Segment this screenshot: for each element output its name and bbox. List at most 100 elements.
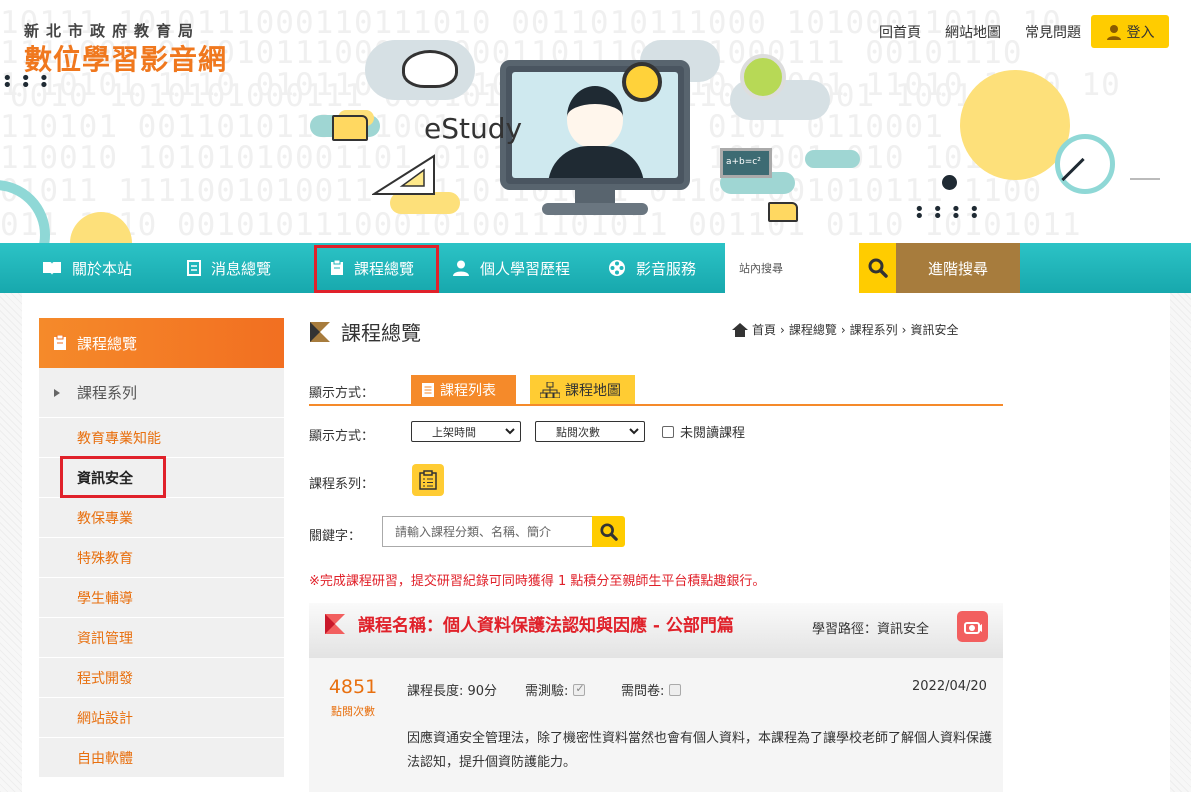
keyword-placeholder: 請輸入課程分類、名稱、簡介 bbox=[395, 525, 552, 539]
faq-link[interactable]: 常見問題 bbox=[1025, 22, 1081, 42]
sort-label: 顯示方式： bbox=[309, 429, 375, 444]
nav-item-portfolio[interactable]: 個人學習歷程 bbox=[452, 243, 570, 293]
title-flag-icon bbox=[310, 321, 330, 342]
site-search-input[interactable]: 站內搜尋 bbox=[725, 243, 859, 293]
chevron-down-icon bbox=[505, 428, 515, 435]
advanced-search-button[interactable]: 進階搜尋 bbox=[896, 243, 1020, 293]
tab-course-list[interactable]: 課程列表 bbox=[411, 375, 516, 405]
sidebar-item-childcare[interactable]: 教保專業 bbox=[39, 498, 284, 538]
book-icon bbox=[43, 262, 61, 275]
tab-label: 課程地圖 bbox=[565, 383, 621, 399]
sidebar-item-free-software[interactable]: 自由軟體 bbox=[39, 738, 284, 778]
site-logo[interactable]: 數位學習影音網 bbox=[24, 38, 227, 78]
course-title[interactable]: 課程名稱：個人資料保護法認知與因應 - 公部門篇 bbox=[324, 611, 734, 636]
sitemap-link[interactable]: 網站地圖 bbox=[945, 22, 1001, 42]
nav-item-label: 影音服務 bbox=[636, 259, 697, 278]
unread-filter[interactable]: 未閱讀課程 bbox=[662, 422, 745, 441]
requires-survey-label: 需問卷: bbox=[621, 684, 665, 699]
decor-line bbox=[1130, 178, 1160, 180]
page-title: 課程總覽 bbox=[309, 317, 421, 346]
chalkboard-icon: a+b=c² bbox=[720, 148, 772, 178]
select-value: 上架時間 bbox=[432, 425, 476, 439]
list-document-icon bbox=[422, 383, 434, 397]
ruler-triangle-icon bbox=[372, 154, 435, 195]
view-count: 4851 bbox=[328, 676, 378, 698]
display-mode-label: 顯示方式： bbox=[309, 386, 375, 401]
nav-item-about[interactable]: 關於本站 bbox=[42, 243, 132, 293]
sidebar-header: 課程總覽 bbox=[39, 318, 284, 368]
site-header: 10111 1010111000110111010 0011010111000 … bbox=[0, 0, 1191, 243]
top-links: 回首頁 網站地圖 常見問題 bbox=[879, 22, 1081, 42]
highlight-box bbox=[314, 245, 439, 293]
document-icon bbox=[187, 260, 201, 276]
breadcrumb-home[interactable]: 首頁 bbox=[752, 321, 776, 338]
nav-item-news[interactable]: 消息總覽 bbox=[187, 243, 271, 293]
title-flag-icon bbox=[325, 613, 345, 634]
breadcrumb-courses[interactable]: 課程總覽 bbox=[789, 321, 837, 338]
sort-time-select[interactable]: 上架時間 bbox=[411, 421, 521, 442]
teacher-avatar-icon bbox=[567, 86, 623, 148]
select-value: 點閱次數 bbox=[556, 425, 600, 439]
keyword-search-button[interactable] bbox=[592, 516, 625, 547]
tab-underline bbox=[309, 404, 1003, 406]
learning-path: 學習路徑：資訊安全 bbox=[812, 622, 930, 637]
paint-palette-icon bbox=[402, 50, 458, 88]
requires-test-label: 需測驗: bbox=[525, 684, 569, 699]
view-count-label: 點閱次數 bbox=[331, 705, 375, 718]
cloud-illustration bbox=[805, 150, 860, 168]
film-projector-icon bbox=[963, 621, 982, 634]
series-picker-button[interactable] bbox=[412, 464, 444, 496]
sidebar-item-info-management[interactable]: 資訊管理 bbox=[39, 618, 284, 658]
requires-survey-checkbox bbox=[669, 683, 682, 696]
clock-icon bbox=[622, 62, 662, 102]
learning-path-button[interactable] bbox=[957, 611, 988, 642]
search-icon bbox=[868, 258, 888, 278]
user-icon bbox=[1106, 24, 1121, 40]
search-icon bbox=[599, 522, 618, 541]
caret-right-icon bbox=[54, 388, 60, 397]
highlight-box bbox=[60, 456, 166, 498]
monitor-stand bbox=[575, 190, 615, 204]
login-button[interactable]: 登入 bbox=[1091, 15, 1169, 48]
sidebar-item-programming[interactable]: 程式開發 bbox=[39, 658, 284, 698]
requires-test-checkbox bbox=[573, 682, 586, 696]
course-date: 2022/04/20 bbox=[912, 679, 987, 694]
requires-survey: 需問卷: bbox=[621, 680, 682, 699]
estudy-text: eStudy bbox=[424, 112, 523, 145]
requires-test: 需測驗: bbox=[525, 680, 586, 699]
sidebar-item-web-design[interactable]: 網站設計 bbox=[39, 698, 284, 738]
breadcrumb: 首頁 › 課程總覽 › 課程系列 › 資訊安全 bbox=[732, 321, 959, 338]
breadcrumb-series[interactable]: 課程系列 bbox=[850, 321, 898, 338]
breadcrumb-separator: › bbox=[780, 322, 785, 337]
film-reel-icon bbox=[609, 260, 625, 276]
decor-ring bbox=[1055, 134, 1115, 194]
series-label: 課程系列： bbox=[309, 477, 375, 492]
course-description: 因應資通安全管理法，除了機密性資料當然也會有個人資料，本課程為了讓學校老師了解個… bbox=[407, 731, 993, 770]
home-link[interactable]: 回首頁 bbox=[879, 22, 921, 42]
course-length: 課程長度: 90分 bbox=[407, 684, 498, 699]
search-button[interactable] bbox=[859, 243, 896, 293]
clipboard-list-icon bbox=[419, 470, 437, 490]
decor-dot bbox=[942, 175, 957, 190]
breadcrumb-separator: › bbox=[840, 322, 846, 337]
sidebar-item-course-series[interactable]: 課程系列 bbox=[39, 368, 284, 418]
tab-course-map[interactable]: 課程地圖 bbox=[530, 375, 635, 405]
unread-checkbox[interactable] bbox=[662, 425, 674, 438]
sidebar-item-student-counseling[interactable]: 學生輔導 bbox=[39, 578, 284, 618]
sidebar-item-special-education[interactable]: 特殊教育 bbox=[39, 538, 284, 578]
search-placeholder: 站內搜尋 bbox=[739, 262, 783, 275]
sidebar-item-label: 課程系列 bbox=[77, 384, 138, 402]
breadcrumb-separator: › bbox=[901, 322, 907, 337]
decor-circle bbox=[960, 70, 1070, 180]
monitor-base bbox=[542, 203, 648, 215]
home-icon bbox=[732, 322, 748, 337]
keyword-input[interactable]: 請輸入課程分類、名稱、簡介 bbox=[382, 516, 593, 547]
nav-item-media[interactable]: 影音服務 bbox=[608, 243, 696, 293]
sort-views-select[interactable]: 點閱次數 bbox=[535, 421, 645, 442]
course-title-text: 課程名稱：個人資料保護法認知與因應 - 公部門篇 bbox=[358, 616, 734, 636]
sidebar-item-education[interactable]: 教育專業知能 bbox=[39, 418, 284, 458]
unread-label: 未閱讀課程 bbox=[680, 426, 746, 441]
nav-item-label: 關於本站 bbox=[72, 259, 133, 278]
login-label: 登入 bbox=[1126, 24, 1155, 41]
clipboard-icon bbox=[54, 335, 66, 350]
